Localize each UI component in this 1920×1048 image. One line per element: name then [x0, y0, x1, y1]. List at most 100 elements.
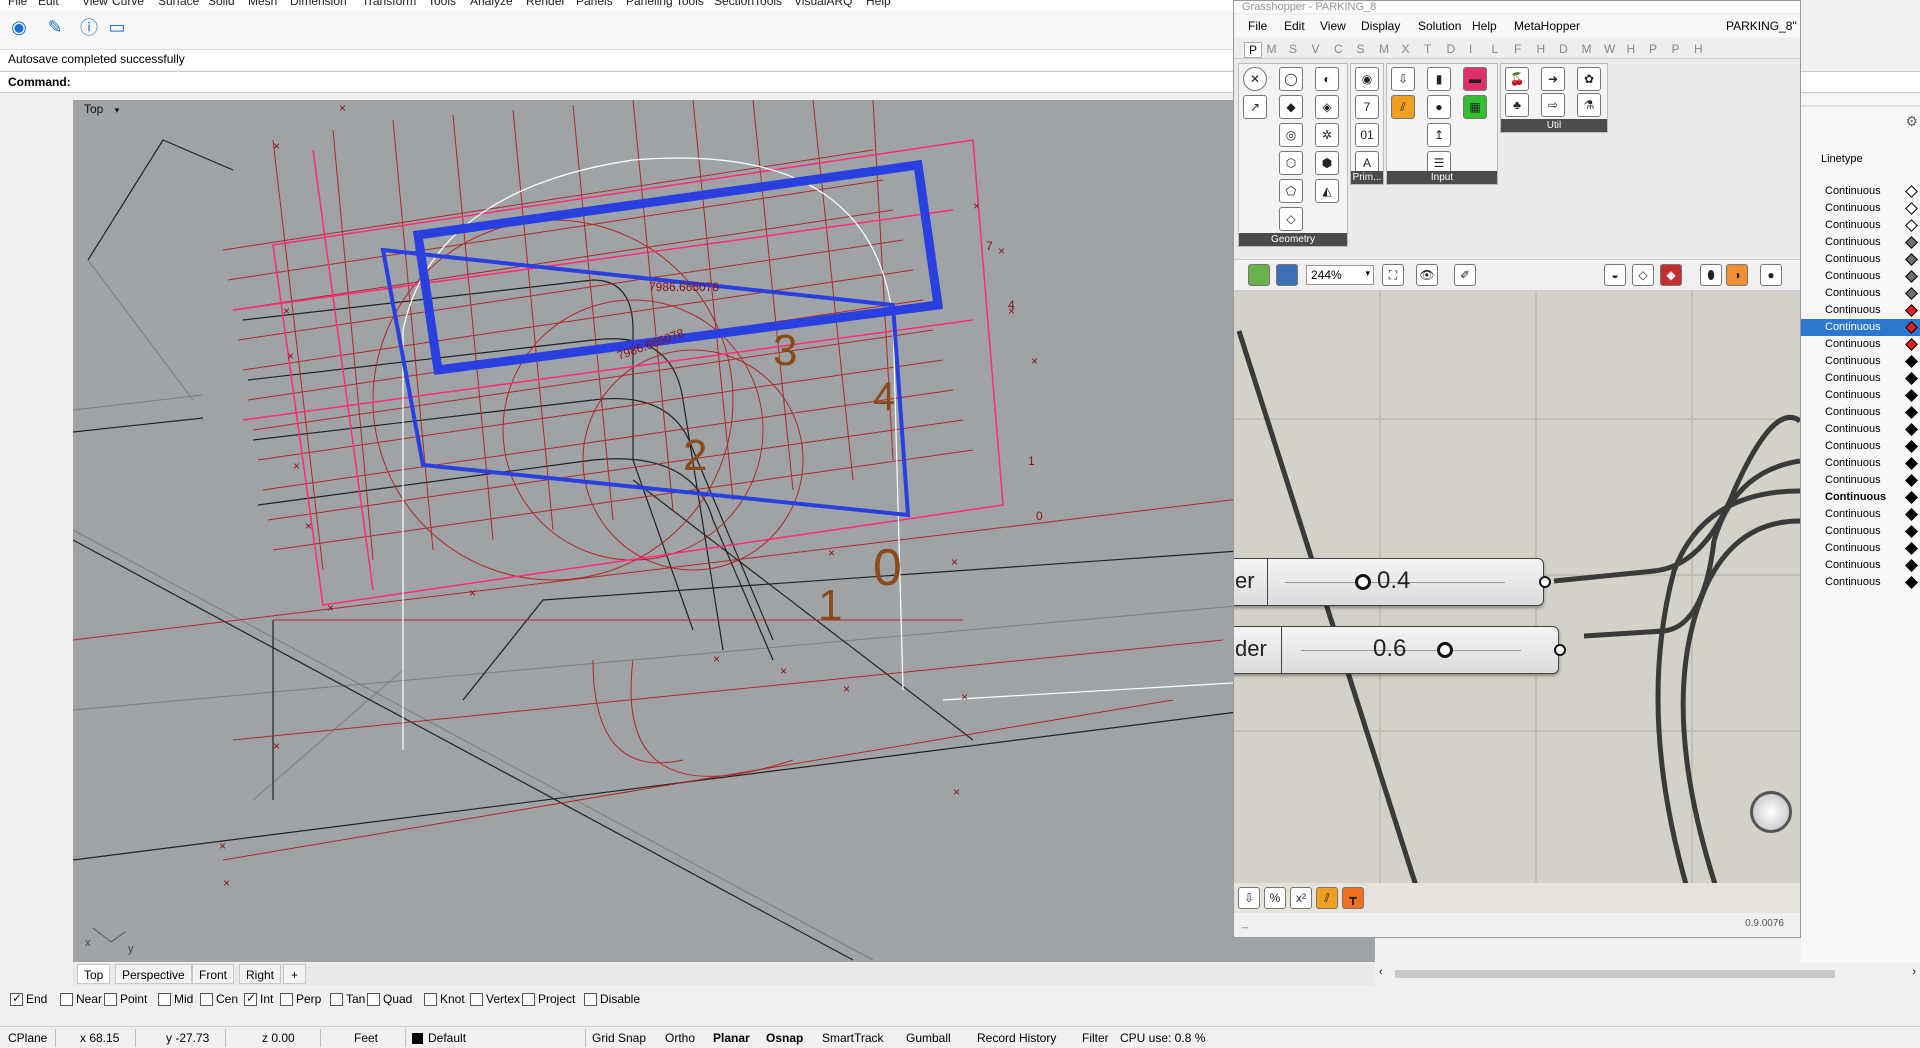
layer-color-icon[interactable]	[1905, 474, 1918, 487]
component-icon[interactable]: ●	[1427, 95, 1451, 119]
gh-tab-6[interactable]: M	[1379, 42, 1389, 56]
layer-row[interactable]: Continuous	[1801, 251, 1920, 268]
save-file-icon[interactable]	[1276, 264, 1298, 286]
layer-color-icon[interactable]	[1905, 406, 1918, 419]
checkbox[interactable]	[200, 992, 213, 1006]
component-icon[interactable]: ✿	[1577, 67, 1601, 91]
menu-help[interactable]: Help	[866, 0, 891, 8]
gh-tab-0[interactable]: P	[1244, 42, 1263, 58]
layer-row[interactable]: Continuous	[1801, 574, 1920, 591]
ortho-toggle[interactable]: Ortho	[665, 1031, 695, 1045]
gh-tab-11[interactable]: L	[1492, 42, 1499, 56]
layer-row[interactable]: Continuous	[1801, 472, 1920, 489]
gh-tab-12[interactable]: F	[1514, 42, 1521, 56]
component-icon[interactable]: ⫽	[1391, 95, 1415, 119]
chevron-right-icon[interactable]: ›	[1912, 966, 1916, 978]
brush-icon[interactable]: ✐	[1454, 264, 1476, 286]
tab-front[interactable]: Front	[192, 964, 235, 984]
menu-curve[interactable]: Curve	[112, 0, 144, 8]
filter-toggle[interactable]: Filter	[1082, 1031, 1109, 1045]
gh-tab-10[interactable]: I	[1469, 42, 1472, 56]
layer-color-icon[interactable]	[1905, 185, 1918, 198]
checkbox[interactable]	[367, 992, 380, 1006]
component-icon[interactable]: ▦	[1463, 95, 1487, 119]
layer-row[interactable]: Continuous	[1801, 234, 1920, 251]
menu-analyze[interactable]: Analyze	[470, 0, 513, 8]
layer-color-icon[interactable]	[1905, 202, 1918, 215]
component-icon[interactable]: ◉	[1355, 67, 1379, 91]
layer-color-icon[interactable]	[1905, 372, 1918, 385]
zoom-select[interactable]: 244% ▾	[1306, 265, 1374, 285]
cherry-icon[interactable]: 🍒	[1505, 67, 1529, 91]
checkbox[interactable]	[158, 992, 171, 1006]
component-icon[interactable]: ⬡	[1279, 151, 1303, 175]
layer-color-icon[interactable]	[1905, 304, 1918, 317]
component-icon[interactable]: ↥	[1427, 123, 1451, 147]
layer-color-icon[interactable]	[1905, 287, 1918, 300]
layer-row[interactable]: Continuous	[1801, 319, 1920, 336]
top-viewport[interactable]: ×× ×× ×× ×× ×× ×× ×× ×× ×× ×× ×× ×× 7986…	[73, 100, 1375, 962]
number-slider-2[interactable]: der 0.6	[1234, 626, 1566, 674]
zoom-extents-icon[interactable]: ⛶	[1382, 264, 1404, 286]
menu-solid[interactable]: Solid	[208, 0, 235, 8]
menu-dimension[interactable]: Dimension	[290, 0, 347, 8]
osnap-knot[interactable]: Knot	[424, 992, 465, 1006]
checkbox[interactable]	[424, 992, 437, 1006]
slider-grip[interactable]	[1355, 574, 1371, 590]
layer-row[interactable]: Continuous	[1801, 217, 1920, 234]
component-icon[interactable]: ✲	[1315, 123, 1339, 147]
number-slider-1[interactable]: er 0.4	[1234, 558, 1551, 606]
menu-visualarq[interactable]: VisualARQ	[794, 0, 852, 8]
component-icon[interactable]: ✕	[1243, 67, 1267, 91]
download-icon[interactable]: ⇩	[1238, 887, 1260, 909]
layer-color-icon[interactable]	[1905, 321, 1918, 334]
checkbox[interactable]	[60, 992, 73, 1006]
layer-color-icon[interactable]	[1905, 270, 1918, 283]
checkbox[interactable]	[244, 991, 257, 1006]
layer-color-icon[interactable]	[1905, 457, 1918, 470]
layer-color-icon[interactable]	[1905, 491, 1918, 504]
component-icon[interactable]: ◭	[1315, 179, 1339, 203]
osnap-disable[interactable]: Disable	[584, 992, 640, 1006]
shaded-preview-icon[interactable]: ◆	[1660, 264, 1682, 286]
component-icon[interactable]: ◈	[1315, 95, 1339, 119]
grasshopper-canvas[interactable]: er 0.4 der 0.6	[1234, 291, 1800, 911]
layer-color-icon[interactable]	[1905, 219, 1918, 232]
gh-menu-help[interactable]: Help	[1472, 19, 1497, 33]
layer-color-icon[interactable]	[1905, 559, 1918, 572]
expression-icon[interactable]: x²	[1290, 887, 1312, 909]
layer-row[interactable]: Continuous	[1801, 268, 1920, 285]
layer-color-icon[interactable]	[1905, 576, 1918, 589]
layer-row[interactable]: Continuous	[1801, 455, 1920, 472]
layer-row[interactable]: Continuous	[1801, 285, 1920, 302]
open-file-icon[interactable]	[1248, 264, 1270, 286]
menu-render[interactable]: Render	[526, 0, 565, 8]
menu-tools[interactable]: Tools	[428, 0, 456, 8]
gh-tab-4[interactable]: C	[1334, 42, 1343, 56]
gh-menu-file[interactable]: File	[1248, 19, 1267, 33]
component-icon[interactable]: ▮	[1427, 67, 1451, 91]
planar-toggle[interactable]: Planar	[713, 1031, 750, 1045]
checkbox[interactable]	[584, 992, 597, 1006]
osnap-cen[interactable]: Cen	[200, 992, 238, 1006]
osnap-point[interactable]: Point	[104, 992, 147, 1006]
menu-panels[interactable]: Panels	[576, 0, 613, 8]
component-icon[interactable]: ◇	[1279, 207, 1303, 231]
checkbox[interactable]	[470, 992, 483, 1006]
menu-mesh[interactable]: Mesh	[248, 0, 277, 8]
layer-color-icon[interactable]	[1905, 389, 1918, 402]
component-icon[interactable]: 01	[1355, 123, 1379, 147]
bake-icon[interactable]: ⬮	[1700, 264, 1722, 286]
checkbox[interactable]	[104, 992, 117, 1006]
osnap-perp[interactable]: Perp	[280, 992, 321, 1006]
layer-row[interactable]: Continuous	[1801, 438, 1920, 455]
layer-color-icon[interactable]	[1905, 440, 1918, 453]
tree-icon[interactable]: ♣	[1505, 93, 1529, 117]
menu-sectiontools[interactable]: SectionTools	[714, 0, 782, 8]
tab-perspective[interactable]: Perspective	[115, 964, 192, 984]
grid-snap-toggle[interactable]: Grid Snap	[592, 1031, 646, 1045]
component-icon[interactable]: ↗	[1243, 95, 1267, 119]
gh-tab-2[interactable]: S	[1289, 42, 1297, 56]
slider-grip[interactable]	[1437, 642, 1453, 658]
add-viewport-icon[interactable]: +	[283, 964, 307, 984]
